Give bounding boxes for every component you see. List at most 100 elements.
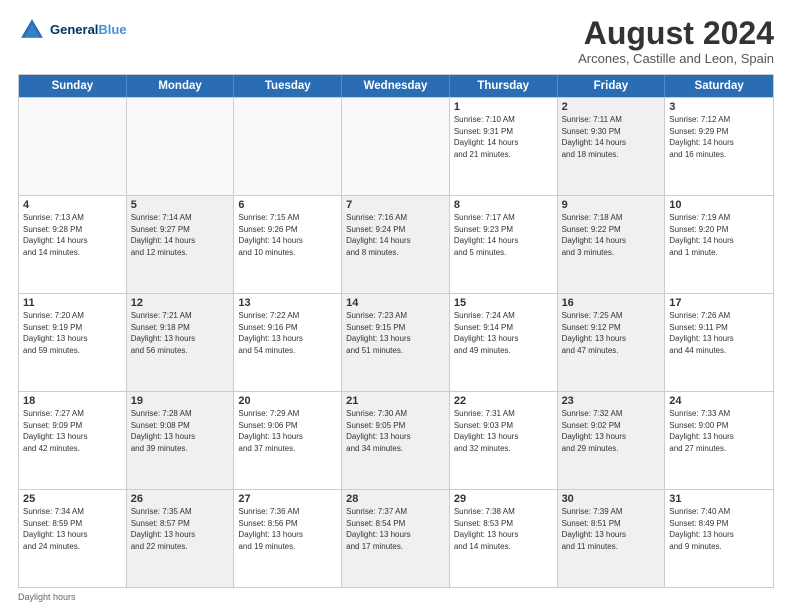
header-cell-wednesday: Wednesday xyxy=(342,75,450,97)
day-cell-4: 4Sunrise: 7:13 AM Sunset: 9:28 PM Daylig… xyxy=(19,196,127,293)
day-info: Sunrise: 7:34 AM Sunset: 8:59 PM Dayligh… xyxy=(23,506,122,552)
logo-icon xyxy=(18,16,46,44)
day-number: 5 xyxy=(131,199,230,211)
calendar-row: 18Sunrise: 7:27 AM Sunset: 9:09 PM Dayli… xyxy=(19,391,773,489)
day-cell-25: 25Sunrise: 7:34 AM Sunset: 8:59 PM Dayli… xyxy=(19,490,127,587)
title-area: August 2024 Arcones, Castille and Leon, … xyxy=(578,16,774,66)
empty-cell xyxy=(19,98,127,195)
day-number: 11 xyxy=(23,297,122,309)
day-info: Sunrise: 7:26 AM Sunset: 9:11 PM Dayligh… xyxy=(669,310,769,356)
day-info: Sunrise: 7:15 AM Sunset: 9:26 PM Dayligh… xyxy=(238,212,337,258)
day-number: 29 xyxy=(454,493,553,505)
day-cell-8: 8Sunrise: 7:17 AM Sunset: 9:23 PM Daylig… xyxy=(450,196,558,293)
day-number: 8 xyxy=(454,199,553,211)
day-cell-21: 21Sunrise: 7:30 AM Sunset: 9:05 PM Dayli… xyxy=(342,392,450,489)
logo-text: GeneralBlue xyxy=(50,22,127,38)
day-info: Sunrise: 7:32 AM Sunset: 9:02 PM Dayligh… xyxy=(562,408,661,454)
day-number: 2 xyxy=(562,101,661,113)
day-number: 23 xyxy=(562,395,661,407)
day-number: 4 xyxy=(23,199,122,211)
day-number: 13 xyxy=(238,297,337,309)
day-number: 9 xyxy=(562,199,661,211)
day-number: 18 xyxy=(23,395,122,407)
day-cell-11: 11Sunrise: 7:20 AM Sunset: 9:19 PM Dayli… xyxy=(19,294,127,391)
day-info: Sunrise: 7:38 AM Sunset: 8:53 PM Dayligh… xyxy=(454,506,553,552)
day-cell-10: 10Sunrise: 7:19 AM Sunset: 9:20 PM Dayli… xyxy=(665,196,773,293)
day-number: 28 xyxy=(346,493,445,505)
day-info: Sunrise: 7:10 AM Sunset: 9:31 PM Dayligh… xyxy=(454,114,553,160)
calendar-row: 4Sunrise: 7:13 AM Sunset: 9:28 PM Daylig… xyxy=(19,195,773,293)
day-cell-3: 3Sunrise: 7:12 AM Sunset: 9:29 PM Daylig… xyxy=(665,98,773,195)
header-cell-sunday: Sunday xyxy=(19,75,127,97)
day-info: Sunrise: 7:12 AM Sunset: 9:29 PM Dayligh… xyxy=(669,114,769,160)
day-info: Sunrise: 7:29 AM Sunset: 9:06 PM Dayligh… xyxy=(238,408,337,454)
day-cell-9: 9Sunrise: 7:18 AM Sunset: 9:22 PM Daylig… xyxy=(558,196,666,293)
day-info: Sunrise: 7:40 AM Sunset: 8:49 PM Dayligh… xyxy=(669,506,769,552)
day-cell-27: 27Sunrise: 7:36 AM Sunset: 8:56 PM Dayli… xyxy=(234,490,342,587)
day-info: Sunrise: 7:35 AM Sunset: 8:57 PM Dayligh… xyxy=(131,506,230,552)
calendar-row: 25Sunrise: 7:34 AM Sunset: 8:59 PM Dayli… xyxy=(19,489,773,587)
day-number: 6 xyxy=(238,199,337,211)
day-number: 19 xyxy=(131,395,230,407)
day-number: 14 xyxy=(346,297,445,309)
day-cell-16: 16Sunrise: 7:25 AM Sunset: 9:12 PM Dayli… xyxy=(558,294,666,391)
day-cell-13: 13Sunrise: 7:22 AM Sunset: 9:16 PM Dayli… xyxy=(234,294,342,391)
day-cell-24: 24Sunrise: 7:33 AM Sunset: 9:00 PM Dayli… xyxy=(665,392,773,489)
empty-cell xyxy=(342,98,450,195)
logo: GeneralBlue xyxy=(18,16,127,44)
calendar-header: SundayMondayTuesdayWednesdayThursdayFrid… xyxy=(19,75,773,97)
day-info: Sunrise: 7:33 AM Sunset: 9:00 PM Dayligh… xyxy=(669,408,769,454)
day-number: 17 xyxy=(669,297,769,309)
day-number: 3 xyxy=(669,101,769,113)
empty-cell xyxy=(127,98,235,195)
header-cell-monday: Monday xyxy=(127,75,235,97)
day-cell-29: 29Sunrise: 7:38 AM Sunset: 8:53 PM Dayli… xyxy=(450,490,558,587)
day-number: 20 xyxy=(238,395,337,407)
day-cell-17: 17Sunrise: 7:26 AM Sunset: 9:11 PM Dayli… xyxy=(665,294,773,391)
day-info: Sunrise: 7:25 AM Sunset: 9:12 PM Dayligh… xyxy=(562,310,661,356)
day-cell-26: 26Sunrise: 7:35 AM Sunset: 8:57 PM Dayli… xyxy=(127,490,235,587)
calendar-body: 1Sunrise: 7:10 AM Sunset: 9:31 PM Daylig… xyxy=(19,97,773,587)
day-cell-31: 31Sunrise: 7:40 AM Sunset: 8:49 PM Dayli… xyxy=(665,490,773,587)
calendar-row: 11Sunrise: 7:20 AM Sunset: 9:19 PM Dayli… xyxy=(19,293,773,391)
day-cell-23: 23Sunrise: 7:32 AM Sunset: 9:02 PM Dayli… xyxy=(558,392,666,489)
day-info: Sunrise: 7:20 AM Sunset: 9:19 PM Dayligh… xyxy=(23,310,122,356)
day-number: 15 xyxy=(454,297,553,309)
calendar-row: 1Sunrise: 7:10 AM Sunset: 9:31 PM Daylig… xyxy=(19,97,773,195)
day-info: Sunrise: 7:22 AM Sunset: 9:16 PM Dayligh… xyxy=(238,310,337,356)
day-number: 27 xyxy=(238,493,337,505)
day-info: Sunrise: 7:36 AM Sunset: 8:56 PM Dayligh… xyxy=(238,506,337,552)
footer-note: Daylight hours xyxy=(18,592,774,602)
day-cell-19: 19Sunrise: 7:28 AM Sunset: 9:08 PM Dayli… xyxy=(127,392,235,489)
day-cell-7: 7Sunrise: 7:16 AM Sunset: 9:24 PM Daylig… xyxy=(342,196,450,293)
day-cell-20: 20Sunrise: 7:29 AM Sunset: 9:06 PM Dayli… xyxy=(234,392,342,489)
day-number: 10 xyxy=(669,199,769,211)
header-cell-tuesday: Tuesday xyxy=(234,75,342,97)
day-number: 26 xyxy=(131,493,230,505)
day-info: Sunrise: 7:24 AM Sunset: 9:14 PM Dayligh… xyxy=(454,310,553,356)
day-number: 30 xyxy=(562,493,661,505)
day-number: 7 xyxy=(346,199,445,211)
day-cell-12: 12Sunrise: 7:21 AM Sunset: 9:18 PM Dayli… xyxy=(127,294,235,391)
day-cell-22: 22Sunrise: 7:31 AM Sunset: 9:03 PM Dayli… xyxy=(450,392,558,489)
month-title: August 2024 xyxy=(578,16,774,51)
day-info: Sunrise: 7:23 AM Sunset: 9:15 PM Dayligh… xyxy=(346,310,445,356)
page: GeneralBlue August 2024 Arcones, Castill… xyxy=(0,0,792,612)
day-cell-15: 15Sunrise: 7:24 AM Sunset: 9:14 PM Dayli… xyxy=(450,294,558,391)
day-number: 12 xyxy=(131,297,230,309)
day-cell-5: 5Sunrise: 7:14 AM Sunset: 9:27 PM Daylig… xyxy=(127,196,235,293)
day-cell-28: 28Sunrise: 7:37 AM Sunset: 8:54 PM Dayli… xyxy=(342,490,450,587)
day-number: 25 xyxy=(23,493,122,505)
calendar: SundayMondayTuesdayWednesdayThursdayFrid… xyxy=(18,74,774,588)
day-info: Sunrise: 7:21 AM Sunset: 9:18 PM Dayligh… xyxy=(131,310,230,356)
day-info: Sunrise: 7:11 AM Sunset: 9:30 PM Dayligh… xyxy=(562,114,661,160)
header-cell-friday: Friday xyxy=(558,75,666,97)
day-info: Sunrise: 7:30 AM Sunset: 9:05 PM Dayligh… xyxy=(346,408,445,454)
day-number: 1 xyxy=(454,101,553,113)
day-cell-2: 2Sunrise: 7:11 AM Sunset: 9:30 PM Daylig… xyxy=(558,98,666,195)
header-cell-saturday: Saturday xyxy=(665,75,773,97)
header-cell-thursday: Thursday xyxy=(450,75,558,97)
day-info: Sunrise: 7:19 AM Sunset: 9:20 PM Dayligh… xyxy=(669,212,769,258)
day-cell-1: 1Sunrise: 7:10 AM Sunset: 9:31 PM Daylig… xyxy=(450,98,558,195)
day-number: 21 xyxy=(346,395,445,407)
